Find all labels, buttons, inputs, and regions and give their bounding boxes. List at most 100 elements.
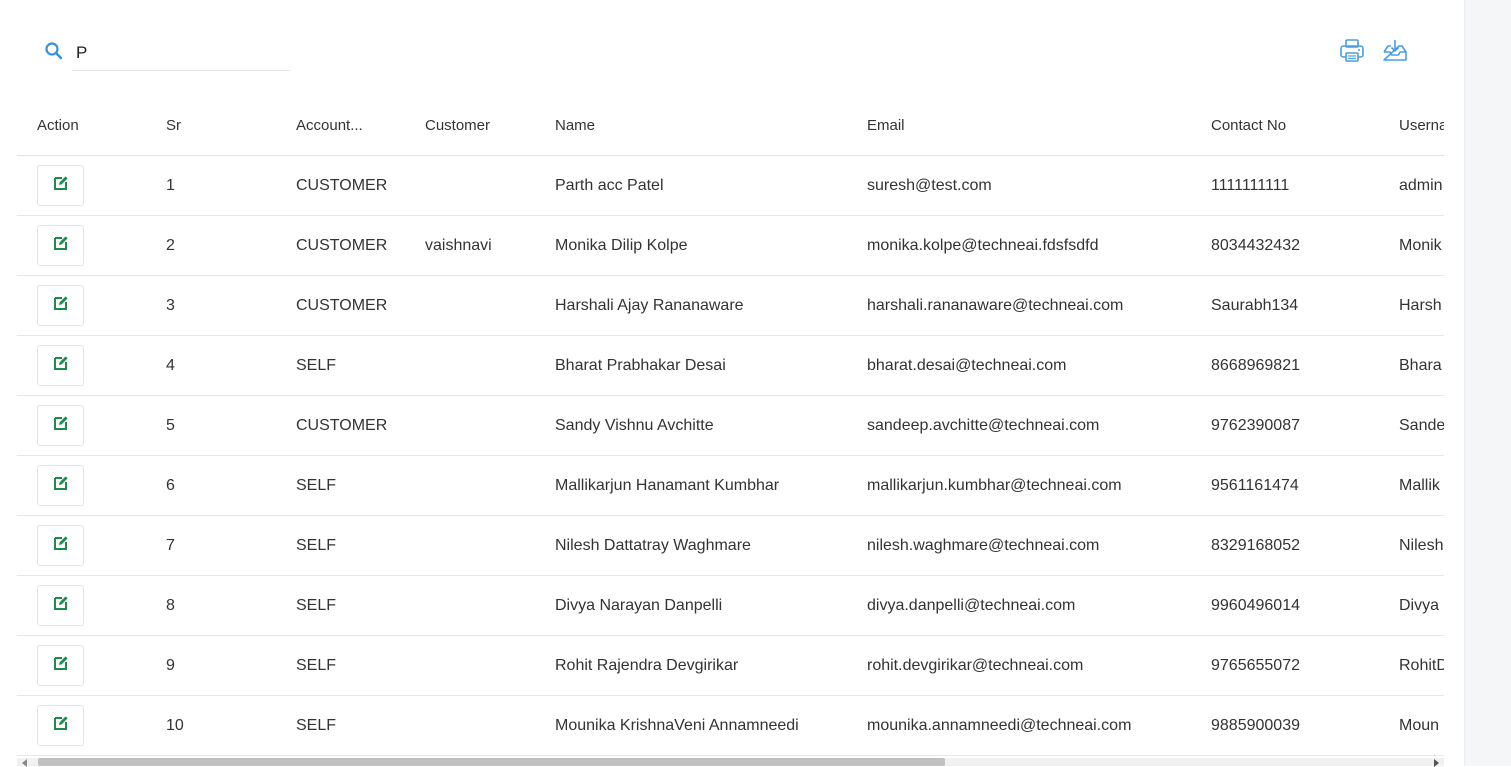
cell-contact-no: 9885900039 xyxy=(1191,695,1379,756)
edit-button[interactable] xyxy=(37,465,84,506)
column-header-username[interactable]: Userna xyxy=(1379,96,1444,156)
cell-email: bharat.desai@techneai.com xyxy=(847,335,1191,396)
cell-action xyxy=(17,155,146,216)
column-header-name[interactable]: Name xyxy=(535,96,847,156)
cell-username: admin xyxy=(1379,155,1444,216)
users-table-viewport: Action Sr Account... Customer Name Email… xyxy=(17,96,1444,758)
cell-email: harshali.rananaware@techneai.com xyxy=(847,275,1191,336)
column-header-email[interactable]: Email xyxy=(847,96,1191,156)
download-tray-icon xyxy=(1381,38,1409,69)
cell-email: divya.danpelli@techneai.com xyxy=(847,575,1191,636)
column-header-action: Action xyxy=(17,96,146,156)
table-row: 3 CUSTOMER Harshali Ajay Rananaware harshal… xyxy=(17,275,1444,336)
table-row: 2 CUSTOMER vaishnavi Monika Dilip Kolpe moni… xyxy=(17,215,1444,276)
cell-username: Moun xyxy=(1379,695,1444,756)
cell-account-type: SELF xyxy=(276,335,405,396)
cell-action xyxy=(17,455,146,516)
cell-username: RohitD xyxy=(1379,635,1444,696)
edit-button[interactable] xyxy=(37,225,84,266)
edit-icon xyxy=(53,655,69,676)
edit-icon xyxy=(53,475,69,496)
table-header-row: Action Sr Account... Customer Name Email… xyxy=(17,96,1444,156)
table-row: 5 CUSTOMER Sandy Vishnu Avchitte sandeep.av… xyxy=(17,395,1444,456)
cell-username: Monik xyxy=(1379,215,1444,276)
cell-name: Mallikarjun Hanamant Kumbhar xyxy=(535,455,847,516)
print-button[interactable] xyxy=(1337,38,1367,68)
column-header-customer[interactable]: Customer xyxy=(405,96,535,156)
table-row: 1 CUSTOMER Parth acc Patel suresh@test.com 1… xyxy=(17,155,1444,216)
cell-sr: 2 xyxy=(146,215,276,276)
cell-customer xyxy=(405,635,535,696)
cell-email: sandeep.avchitte@techneai.com xyxy=(847,395,1191,456)
download-button[interactable] xyxy=(1380,38,1410,68)
cell-username: Divya xyxy=(1379,575,1444,636)
cell-account-type: SELF xyxy=(276,515,405,576)
cell-sr: 5 xyxy=(146,395,276,456)
cell-sr: 6 xyxy=(146,455,276,516)
cell-email: nilesh.waghmare@techneai.com xyxy=(847,515,1191,576)
cell-sr: 4 xyxy=(146,335,276,396)
cell-username: Mallik xyxy=(1379,455,1444,516)
cell-account-type: CUSTOMER xyxy=(276,395,405,456)
edit-icon xyxy=(53,175,69,196)
table-row: 9 SELF Rohit Rajendra Devgirikar rohit.devg… xyxy=(17,635,1444,696)
cell-contact-no: 1111111111 xyxy=(1191,155,1379,216)
edit-button[interactable] xyxy=(37,405,84,446)
cell-account-type: SELF xyxy=(276,635,405,696)
cell-username: Nilesh xyxy=(1379,515,1444,576)
edit-button[interactable] xyxy=(37,525,84,566)
printer-icon xyxy=(1338,38,1366,69)
cell-account-type: CUSTOMER xyxy=(276,275,405,336)
edit-button[interactable] xyxy=(37,345,84,386)
cell-name: Harshali Ajay Rananaware xyxy=(535,275,847,336)
cell-account-type: CUSTOMER xyxy=(276,155,405,216)
table-row: 4 SELF Bharat Prabhakar Desai bharat.desai@… xyxy=(17,335,1444,396)
cell-name: Monika Dilip Kolpe xyxy=(535,215,847,276)
table-row: 10 SELF Mounika KrishnaVeni Annamneedi moun… xyxy=(17,695,1444,756)
horizontal-scrollbar[interactable] xyxy=(17,758,1444,767)
cell-customer xyxy=(405,395,535,456)
search-input[interactable] xyxy=(72,36,290,71)
edit-button[interactable] xyxy=(37,705,84,746)
cell-customer xyxy=(405,155,535,216)
edit-icon xyxy=(53,415,69,436)
cell-customer xyxy=(405,455,535,516)
cell-contact-no: 8034432432 xyxy=(1191,215,1379,276)
edit-button[interactable] xyxy=(37,165,84,206)
cell-contact-no: 9561161474 xyxy=(1191,455,1379,516)
column-header-account[interactable]: Account... xyxy=(276,96,405,156)
scrollbar-thumb[interactable] xyxy=(38,758,945,766)
cell-email: rohit.devgirikar@techneai.com xyxy=(847,635,1191,696)
cell-account-type: CUSTOMER xyxy=(276,215,405,276)
edit-icon xyxy=(53,295,69,316)
edit-icon xyxy=(53,595,69,616)
edit-icon xyxy=(53,355,69,376)
edit-button[interactable] xyxy=(37,585,84,626)
cell-customer xyxy=(405,275,535,336)
right-gutter xyxy=(1464,0,1511,766)
cell-sr: 1 xyxy=(146,155,276,216)
cell-contact-no: 8668969821 xyxy=(1191,335,1379,396)
cell-action xyxy=(17,635,146,696)
cell-name: Rohit Rajendra Devgirikar xyxy=(535,635,847,696)
column-header-contact[interactable]: Contact No xyxy=(1191,96,1379,156)
cell-customer xyxy=(405,515,535,576)
cell-customer xyxy=(405,695,535,756)
column-header-sr[interactable]: Sr xyxy=(146,96,276,156)
cell-account-type: SELF xyxy=(276,695,405,756)
cell-contact-no: 9762390087 xyxy=(1191,395,1379,456)
cell-username: Harsh xyxy=(1379,275,1444,336)
cell-contact-no: 9765655072 xyxy=(1191,635,1379,696)
cell-account-type: SELF xyxy=(276,455,405,516)
cell-sr: 3 xyxy=(146,275,276,336)
edit-button[interactable] xyxy=(37,645,84,686)
cell-email: monika.kolpe@techneai.fdsfsdfd xyxy=(847,215,1191,276)
search-icon xyxy=(44,41,64,61)
cell-account-type: SELF xyxy=(276,575,405,636)
cell-action xyxy=(17,395,146,456)
cell-name: Parth acc Patel xyxy=(535,155,847,216)
cell-contact-no: 8329168052 xyxy=(1191,515,1379,576)
edit-button[interactable] xyxy=(37,285,84,326)
users-table: Action Sr Account... Customer Name Email… xyxy=(17,96,1444,756)
cell-action xyxy=(17,335,146,396)
